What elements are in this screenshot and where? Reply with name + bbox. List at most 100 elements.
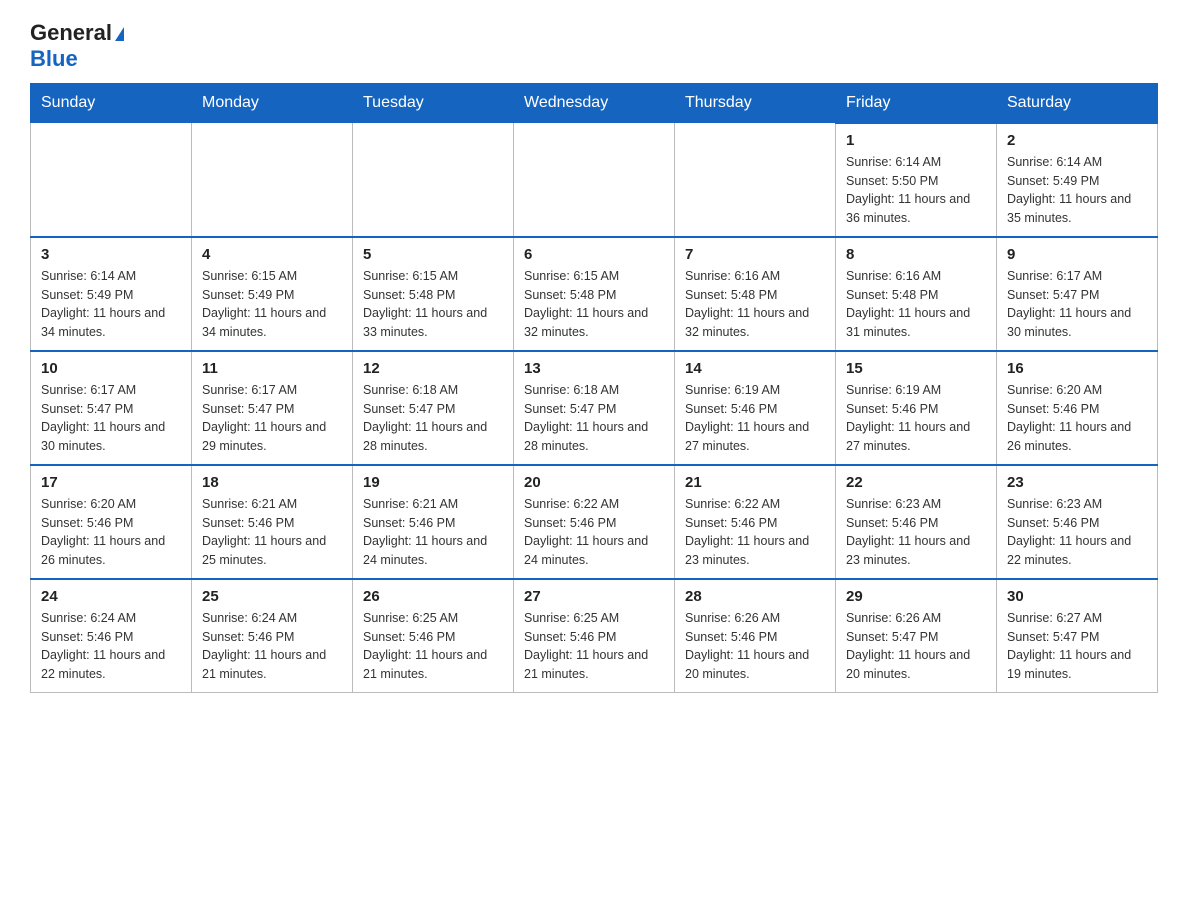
calendar-cell: 20Sunrise: 6:22 AM Sunset: 5:46 PM Dayli… (514, 465, 675, 579)
logo-general-text: General (30, 20, 112, 46)
day-number: 3 (41, 246, 181, 263)
calendar-cell: 12 Sunrise: 6:18 AM Sunset: 5:47 PM Dayli… (353, 351, 514, 465)
day-info: Sunrise: 6:20 AM Sunset: 5:46 PM Dayligh… (41, 495, 181, 570)
calendar-cell: 2 Sunrise: 6:14 AM Sunset: 5:49 PM Daylig… (997, 123, 1158, 237)
day-info: Sunrise: 6:17 AM Sunset: 5:47 PM Dayligh… (1007, 267, 1147, 342)
day-info: Sunrise: 6:18 AM Sunset: 5:47 PM Dayligh… (363, 381, 503, 456)
calendar-cell: 8 Sunrise: 6:16 AM Sunset: 5:48 PM Daylig… (836, 237, 997, 351)
day-number: 8 (846, 246, 986, 263)
calendar-cell: 9 Sunrise: 6:17 AM Sunset: 5:47 PM Daylig… (997, 237, 1158, 351)
day-info: Sunrise: 6:15 AM Sunset: 5:49 PM Dayligh… (202, 267, 342, 342)
day-number: 10 (41, 360, 181, 377)
calendar-cell (192, 123, 353, 237)
day-number: 13 (524, 360, 664, 377)
day-info: Sunrise: 6:21 AM Sunset: 5:46 PM Dayligh… (363, 495, 503, 570)
day-info: Sunrise: 6:15 AM Sunset: 5:48 PM Dayligh… (363, 267, 503, 342)
day-info: Sunrise: 6:14 AM Sunset: 5:50 PM Dayligh… (846, 153, 986, 228)
day-info: Sunrise: 6:23 AM Sunset: 5:46 PM Dayligh… (846, 495, 986, 570)
day-number: 28 (685, 588, 825, 605)
calendar-cell: 6Sunrise: 6:15 AM Sunset: 5:48 PM Daylig… (514, 237, 675, 351)
week-row-4: 17Sunrise: 6:20 AM Sunset: 5:46 PM Dayli… (31, 465, 1158, 579)
day-info: Sunrise: 6:16 AM Sunset: 5:48 PM Dayligh… (685, 267, 825, 342)
day-number: 2 (1007, 132, 1147, 149)
week-row-5: 24 Sunrise: 6:24 AM Sunset: 5:46 PM Dayli… (31, 579, 1158, 693)
calendar-cell: 17Sunrise: 6:20 AM Sunset: 5:46 PM Dayli… (31, 465, 192, 579)
calendar-table: SundayMondayTuesdayWednesdayThursdayFrid… (30, 83, 1158, 693)
day-info: Sunrise: 6:22 AM Sunset: 5:46 PM Dayligh… (685, 495, 825, 570)
weekday-header-friday: Friday (836, 83, 997, 123)
calendar-cell (31, 123, 192, 237)
day-info: Sunrise: 6:20 AM Sunset: 5:46 PM Dayligh… (1007, 381, 1147, 456)
calendar-cell: 19 Sunrise: 6:21 AM Sunset: 5:46 PM Dayli… (353, 465, 514, 579)
logo: General Blue (30, 20, 124, 73)
day-info: Sunrise: 6:14 AM Sunset: 5:49 PM Dayligh… (1007, 153, 1147, 228)
day-info: Sunrise: 6:21 AM Sunset: 5:46 PM Dayligh… (202, 495, 342, 570)
day-number: 11 (202, 360, 342, 377)
day-number: 1 (846, 132, 986, 149)
day-info: Sunrise: 6:19 AM Sunset: 5:46 PM Dayligh… (685, 381, 825, 456)
day-number: 4 (202, 246, 342, 263)
day-number: 23 (1007, 474, 1147, 491)
logo-triangle-icon (115, 27, 124, 41)
day-number: 7 (685, 246, 825, 263)
calendar-cell: 28Sunrise: 6:26 AM Sunset: 5:46 PM Dayli… (675, 579, 836, 693)
day-number: 19 (363, 474, 503, 491)
day-number: 18 (202, 474, 342, 491)
header-row: SundayMondayTuesdayWednesdayThursdayFrid… (31, 83, 1158, 123)
calendar-cell: 27Sunrise: 6:25 AM Sunset: 5:46 PM Dayli… (514, 579, 675, 693)
header: General Blue (30, 20, 1158, 73)
calendar-cell: 15 Sunrise: 6:19 AM Sunset: 5:46 PM Dayli… (836, 351, 997, 465)
calendar-cell: 13Sunrise: 6:18 AM Sunset: 5:47 PM Dayli… (514, 351, 675, 465)
day-info: Sunrise: 6:24 AM Sunset: 5:46 PM Dayligh… (41, 609, 181, 684)
day-number: 26 (363, 588, 503, 605)
day-info: Sunrise: 6:24 AM Sunset: 5:46 PM Dayligh… (202, 609, 342, 684)
day-number: 25 (202, 588, 342, 605)
calendar-cell (514, 123, 675, 237)
calendar-cell: 3 Sunrise: 6:14 AM Sunset: 5:49 PM Daylig… (31, 237, 192, 351)
day-info: Sunrise: 6:14 AM Sunset: 5:49 PM Dayligh… (41, 267, 181, 342)
day-info: Sunrise: 6:25 AM Sunset: 5:46 PM Dayligh… (363, 609, 503, 684)
weekday-header-sunday: Sunday (31, 83, 192, 123)
week-row-1: 1 Sunrise: 6:14 AM Sunset: 5:50 PM Daylig… (31, 123, 1158, 237)
calendar-cell: 25 Sunrise: 6:24 AM Sunset: 5:46 PM Dayli… (192, 579, 353, 693)
calendar-cell (353, 123, 514, 237)
calendar-cell: 30Sunrise: 6:27 AM Sunset: 5:47 PM Dayli… (997, 579, 1158, 693)
calendar-cell: 11Sunrise: 6:17 AM Sunset: 5:47 PM Dayli… (192, 351, 353, 465)
day-info: Sunrise: 6:17 AM Sunset: 5:47 PM Dayligh… (41, 381, 181, 456)
day-number: 15 (846, 360, 986, 377)
calendar-cell: 26 Sunrise: 6:25 AM Sunset: 5:46 PM Dayli… (353, 579, 514, 693)
calendar-cell: 21 Sunrise: 6:22 AM Sunset: 5:46 PM Dayli… (675, 465, 836, 579)
day-info: Sunrise: 6:26 AM Sunset: 5:47 PM Dayligh… (846, 609, 986, 684)
calendar-cell: 29Sunrise: 6:26 AM Sunset: 5:47 PM Dayli… (836, 579, 997, 693)
day-info: Sunrise: 6:16 AM Sunset: 5:48 PM Dayligh… (846, 267, 986, 342)
calendar-cell: 10 Sunrise: 6:17 AM Sunset: 5:47 PM Dayli… (31, 351, 192, 465)
day-info: Sunrise: 6:23 AM Sunset: 5:46 PM Dayligh… (1007, 495, 1147, 570)
week-row-3: 10 Sunrise: 6:17 AM Sunset: 5:47 PM Dayli… (31, 351, 1158, 465)
calendar-cell: 5 Sunrise: 6:15 AM Sunset: 5:48 PM Daylig… (353, 237, 514, 351)
calendar-cell: 23 Sunrise: 6:23 AM Sunset: 5:46 PM Dayli… (997, 465, 1158, 579)
day-info: Sunrise: 6:19 AM Sunset: 5:46 PM Dayligh… (846, 381, 986, 456)
calendar-cell: 14 Sunrise: 6:19 AM Sunset: 5:46 PM Dayli… (675, 351, 836, 465)
day-number: 6 (524, 246, 664, 263)
calendar-cell: 16Sunrise: 6:20 AM Sunset: 5:46 PM Dayli… (997, 351, 1158, 465)
weekday-header-saturday: Saturday (997, 83, 1158, 123)
day-number: 12 (363, 360, 503, 377)
calendar-cell: 18 Sunrise: 6:21 AM Sunset: 5:46 PM Dayli… (192, 465, 353, 579)
calendar-cell: 4 Sunrise: 6:15 AM Sunset: 5:49 PM Daylig… (192, 237, 353, 351)
calendar-cell: 1 Sunrise: 6:14 AM Sunset: 5:50 PM Daylig… (836, 123, 997, 237)
calendar-cell: 24 Sunrise: 6:24 AM Sunset: 5:46 PM Dayli… (31, 579, 192, 693)
day-number: 14 (685, 360, 825, 377)
day-number: 27 (524, 588, 664, 605)
weekday-header-thursday: Thursday (675, 83, 836, 123)
day-number: 24 (41, 588, 181, 605)
calendar-cell: 22Sunrise: 6:23 AM Sunset: 5:46 PM Dayli… (836, 465, 997, 579)
day-number: 21 (685, 474, 825, 491)
day-number: 9 (1007, 246, 1147, 263)
day-info: Sunrise: 6:27 AM Sunset: 5:47 PM Dayligh… (1007, 609, 1147, 684)
day-number: 5 (363, 246, 503, 263)
weekday-header-wednesday: Wednesday (514, 83, 675, 123)
weekday-header-monday: Monday (192, 83, 353, 123)
day-number: 20 (524, 474, 664, 491)
calendar-cell (675, 123, 836, 237)
calendar-cell: 7 Sunrise: 6:16 AM Sunset: 5:48 PM Daylig… (675, 237, 836, 351)
